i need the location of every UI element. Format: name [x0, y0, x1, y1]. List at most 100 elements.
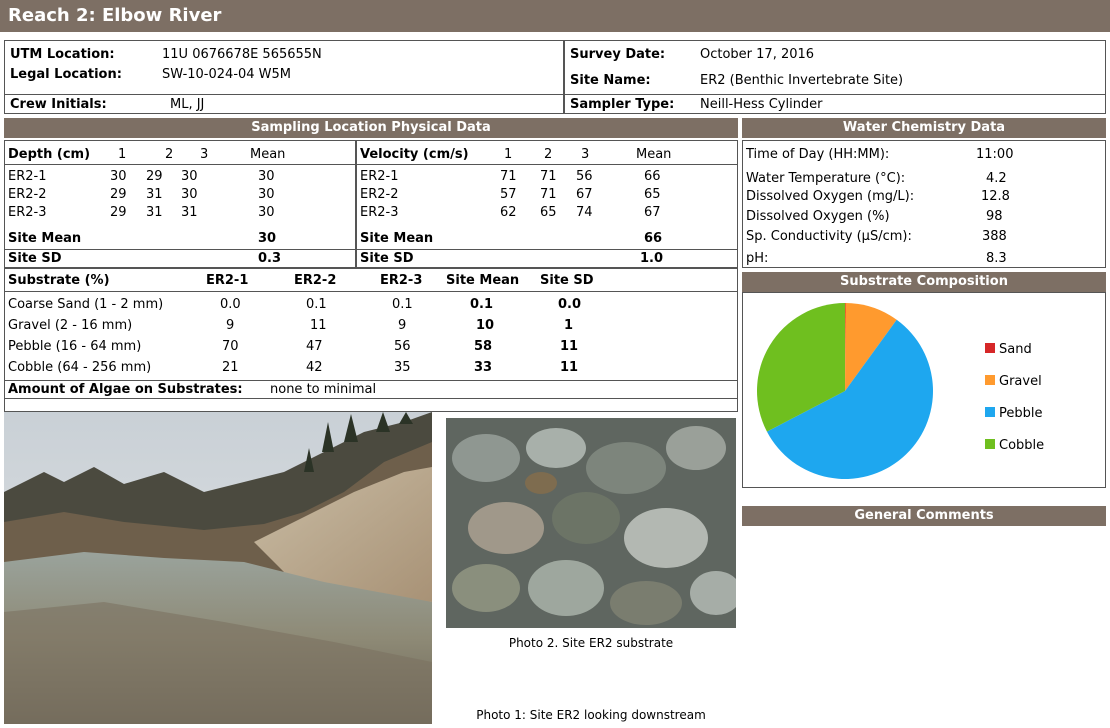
page-title: Reach 2: Elbow River — [0, 0, 1110, 32]
depth-cell: 29 — [110, 205, 127, 220]
substrate-cell: 42 — [306, 360, 323, 375]
substrate-cell: 0.1 — [306, 297, 327, 312]
substrate-cell: 9 — [398, 318, 407, 333]
velocity-cell: 57 — [500, 187, 517, 202]
legend-label-sand: Sand — [999, 342, 1032, 357]
water-label: Time of Day (HH:MM): — [746, 147, 890, 162]
legend-swatch-cobble — [985, 439, 995, 449]
legend-swatch-sand — [985, 343, 995, 353]
depth-site-sd: 0.3 — [258, 251, 282, 266]
substrate-cell: 56 — [394, 339, 411, 354]
substrate-row-name: Gravel (2 - 16 mm) — [8, 318, 133, 333]
substrate-cell: 10 — [476, 318, 495, 333]
depth-cell: 30 — [258, 169, 275, 184]
velocity-cell: 65 — [644, 187, 661, 202]
physical-data-header: Sampling Location Physical Data — [4, 118, 738, 138]
velocity-col: 2 — [544, 147, 553, 162]
velocity-cell: 67 — [576, 187, 593, 202]
water-value: 11:00 — [976, 147, 1014, 162]
utm-label: UTM Location: — [10, 47, 115, 62]
depth-cell: 29 — [110, 187, 127, 202]
crew-label: Crew Initials: — [10, 97, 107, 112]
substrate-row-name: Pebble (16 - 64 mm) — [8, 339, 142, 354]
physical-header-rule — [4, 164, 738, 165]
photo-2-substrate — [446, 418, 736, 628]
velocity-row-name: ER2-2 — [360, 187, 399, 202]
substrate-cell: 0.0 — [220, 297, 241, 312]
depth-cell: 31 — [146, 187, 163, 202]
water-value: 12.8 — [981, 189, 1010, 204]
substrate-col: ER2-3 — [380, 273, 423, 288]
substrate-col: ER2-2 — [294, 273, 337, 288]
survey-date-value: October 17, 2016 — [700, 47, 815, 62]
sampler-type-label: Sampler Type: — [570, 97, 675, 112]
depth-cell: 30 — [258, 205, 275, 220]
velocity-cell: 67 — [644, 205, 661, 220]
depth-title: Depth (cm) — [8, 147, 91, 162]
water-label: Dissolved Oxygen (mg/L): — [746, 189, 915, 204]
water-value: 4.2 — [986, 171, 1007, 186]
legal-label: Legal Location: — [10, 67, 122, 82]
legend-label-gravel: Gravel — [999, 374, 1042, 389]
velocity-cell: 65 — [540, 205, 557, 220]
algae-label: Amount of Algae on Substrates: — [8, 382, 243, 397]
depth-row-name: ER2-2 — [8, 187, 47, 202]
velocity-site-mean-label: Site Mean — [360, 231, 434, 246]
depth-row-name: ER2-1 — [8, 169, 47, 184]
depth-col: 2 — [165, 147, 174, 162]
legend-swatch-gravel — [985, 375, 995, 385]
substrate-cell: 11 — [560, 339, 579, 354]
substrate-cell: 21 — [222, 360, 239, 375]
legal-value: SW-10-024-04 W5M — [162, 67, 292, 82]
algae-value: none to minimal — [270, 382, 377, 397]
site-info-divider — [4, 94, 1106, 95]
substrate-composition-chart: Sand Gravel Pebble Cobble — [742, 292, 1106, 488]
depth-col: 3 — [200, 147, 209, 162]
depth-cell: 31 — [181, 205, 198, 220]
velocity-cell: 71 — [540, 169, 557, 184]
depth-cell: 29 — [146, 169, 163, 184]
velocity-cell: 62 — [500, 205, 517, 220]
sampler-type-value: Neill-Hess Cylinder — [700, 97, 823, 112]
substrate-col: ER2-1 — [206, 273, 249, 288]
velocity-site-sd-label: Site SD — [360, 251, 414, 266]
substrate-row-name: Coarse Sand (1 - 2 mm) — [8, 297, 164, 312]
substrate-cell: 0.1 — [392, 297, 413, 312]
velocity-cell: 74 — [576, 205, 593, 220]
substrate-col: Site SD — [540, 273, 594, 288]
photo-1-river — [4, 412, 432, 724]
survey-date-label: Survey Date: — [570, 47, 666, 62]
substrate-cell: 70 — [222, 339, 239, 354]
substrate-cell: 9 — [226, 318, 235, 333]
velocity-cell: 66 — [644, 169, 661, 184]
substrate-cell: 58 — [474, 339, 493, 354]
depth-site-mean-label: Site Mean — [8, 231, 82, 246]
legend-label-cobble: Cobble — [999, 438, 1044, 453]
velocity-row-name: ER2-1 — [360, 169, 399, 184]
velocity-cell: 71 — [500, 169, 517, 184]
legend-swatch-pebble — [985, 407, 995, 417]
crew-value: ML, JJ — [170, 97, 205, 112]
substrate-cell: 11 — [560, 360, 579, 375]
water-value: 8.3 — [986, 251, 1007, 266]
depth-cell: 30 — [181, 187, 198, 202]
general-comments-header: General Comments — [742, 506, 1106, 526]
water-label: Sp. Conductivity (µS/cm): — [746, 229, 912, 244]
water-value: 388 — [982, 229, 1007, 244]
substrate-cell: 11 — [310, 318, 327, 333]
substrate-col: Site Mean — [446, 273, 520, 288]
water-value: 98 — [986, 209, 1003, 224]
velocity-site-sd: 1.0 — [640, 251, 664, 266]
velocity-cell: 56 — [576, 169, 593, 184]
substrate-composition-header: Substrate Composition — [742, 272, 1106, 292]
photo-2-caption: Photo 2. Site ER2 substrate — [508, 636, 674, 650]
depth-site-mean: 30 — [258, 231, 277, 246]
velocity-col: 3 — [581, 147, 590, 162]
velocity-col: Mean — [636, 147, 672, 162]
site-name-label: Site Name: — [570, 73, 651, 88]
substrate-cell: 1 — [564, 318, 574, 333]
depth-col: 1 — [118, 147, 127, 162]
velocity-title: Velocity (cm/s) — [360, 147, 469, 162]
depth-col: Mean — [250, 147, 286, 162]
photo-1-caption: Photo 1: Site ER2 looking downstream — [476, 708, 706, 722]
